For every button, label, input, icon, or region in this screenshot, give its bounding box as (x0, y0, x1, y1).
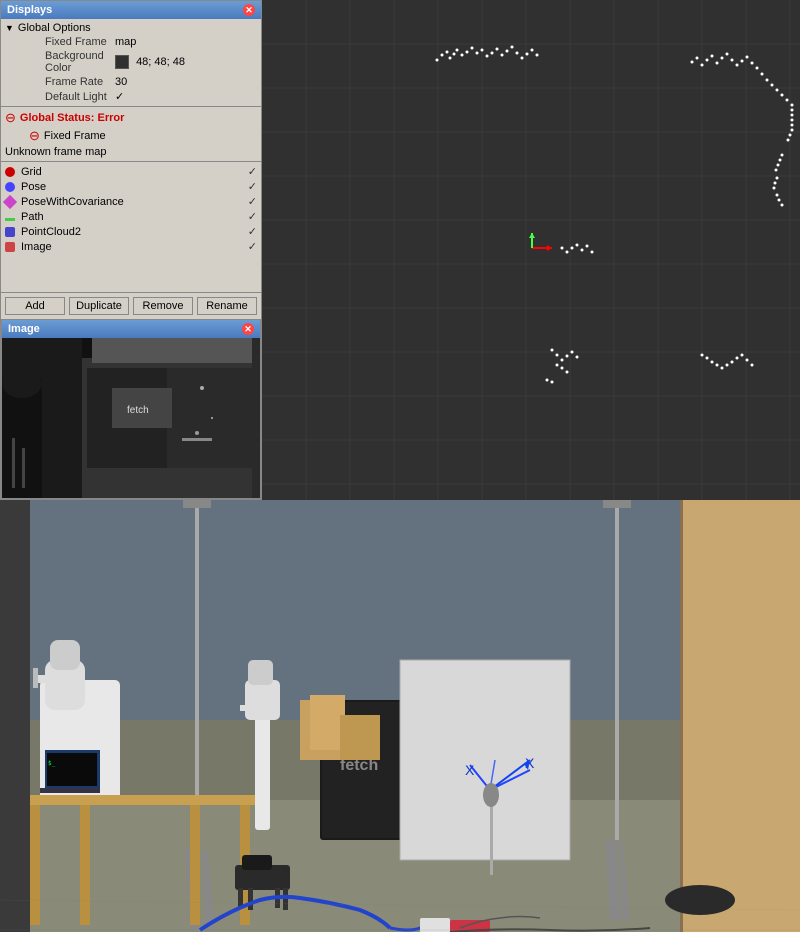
collapse-icon: ▼ (5, 23, 14, 33)
image-check: ✓ (248, 240, 257, 253)
frame-rate-name: Frame Rate (5, 76, 115, 88)
fixed-frame-status-value: Unknown frame map (5, 146, 257, 158)
error-icon: ⊖ (29, 128, 40, 144)
bg-color-swatch (115, 55, 129, 69)
grid-label: Grid (21, 166, 42, 178)
global-status-item[interactable]: ⊖ Global Status: Error (1, 109, 261, 127)
pointcloud2-icon (5, 227, 15, 237)
fixed-frame-status-item[interactable]: ⊖ Fixed Frame (1, 127, 261, 145)
pointcloud2-label: PointCloud2 (21, 226, 81, 238)
frame-rate-value: 30 (115, 76, 257, 88)
duplicate-button[interactable]: Duplicate (69, 297, 129, 315)
pointcloud2-check: ✓ (248, 225, 257, 238)
bg-color-row: Background Color 48; 48; 48 (1, 49, 261, 75)
separator2 (1, 161, 261, 162)
default-light-row: Default Light ✓ (1, 89, 261, 104)
bottom-section: $_ fetch V X X (0, 500, 800, 932)
displays-title: Displays (7, 4, 52, 16)
remove-button[interactable]: Remove (133, 297, 193, 315)
bg-color-value: 48; 48; 48 (115, 55, 257, 69)
fixed-frame-value: map (115, 36, 257, 48)
image-list-item[interactable]: Image ✓ (1, 239, 261, 254)
map-view[interactable] (262, 0, 800, 500)
image-panel-title-bar: Image ✕ (2, 320, 260, 338)
global-options-label: Global Options (18, 22, 91, 34)
default-light-name: Default Light (5, 91, 115, 103)
image-panel: Image ✕ (1, 319, 261, 499)
pose-item[interactable]: Pose ✓ (1, 179, 261, 194)
fixed-frame-status-value-row: Unknown frame map (1, 145, 261, 159)
image-panel-close-button[interactable]: ✕ (242, 323, 254, 335)
close-button[interactable]: ✕ (243, 4, 255, 16)
grid-icon (5, 167, 15, 177)
global-status-label: Global Status: Error (20, 112, 125, 124)
svg-text:fetch: fetch (127, 405, 149, 416)
camera-feed-svg: fetch (2, 338, 252, 498)
displays-title-bar: Displays ✕ (1, 1, 261, 19)
fixed-frame-row: Fixed Frame map (1, 35, 261, 49)
close-icon: ✕ (245, 5, 253, 16)
path-check: ✓ (248, 210, 257, 223)
status-error-icon: ⊖ (5, 110, 16, 126)
default-light-value: ✓ (115, 90, 257, 103)
pose-label: Pose (21, 181, 46, 193)
global-options-item[interactable]: ▼ Global Options (1, 21, 261, 35)
pose-check: ✓ (248, 180, 257, 193)
frame-rate-row: Frame Rate 30 (1, 75, 261, 89)
pose-cov-icon (3, 194, 17, 208)
path-label: Path (21, 211, 44, 223)
path-icon (5, 218, 15, 221)
pointcloud2-item[interactable]: PointCloud2 ✓ (1, 224, 261, 239)
fixed-frame-status-label: Fixed Frame (44, 130, 106, 142)
image-panel-title: Image (8, 323, 40, 335)
map-svg (262, 0, 800, 500)
rename-button[interactable]: Rename (197, 297, 257, 315)
pose-cov-check: ✓ (248, 195, 257, 208)
grid-check: ✓ (248, 165, 257, 178)
svg-text:$_: $_ (48, 760, 56, 767)
pose-covariance-item[interactable]: PoseWithCovariance ✓ (1, 194, 261, 209)
camera-view: fetch (2, 338, 252, 498)
displays-content: ▼ Global Options Fixed Frame map Backgro… (1, 19, 261, 292)
image-icon (5, 242, 15, 252)
image-close-icon: ✕ (244, 324, 252, 335)
grid-item[interactable]: Grid ✓ (1, 164, 261, 179)
displays-panel: Displays ✕ ▼ Global Options Fixed Frame … (0, 0, 262, 500)
pose-icon (5, 182, 15, 192)
path-item[interactable]: Path ✓ (1, 209, 261, 224)
fixed-frame-name: Fixed Frame (5, 36, 115, 48)
top-section: Displays ✕ ▼ Global Options Fixed Frame … (0, 0, 800, 500)
bg-color-name: Background Color (5, 50, 115, 74)
svg-text:X: X (465, 762, 475, 778)
separator (1, 106, 261, 107)
image-label: Image (21, 241, 52, 253)
room-view-svg: $_ fetch V X X (0, 500, 800, 932)
pose-covariance-label: PoseWithCovariance (21, 196, 124, 208)
displays-footer: Add Duplicate Remove Rename (1, 292, 261, 319)
add-button[interactable]: Add (5, 297, 65, 315)
